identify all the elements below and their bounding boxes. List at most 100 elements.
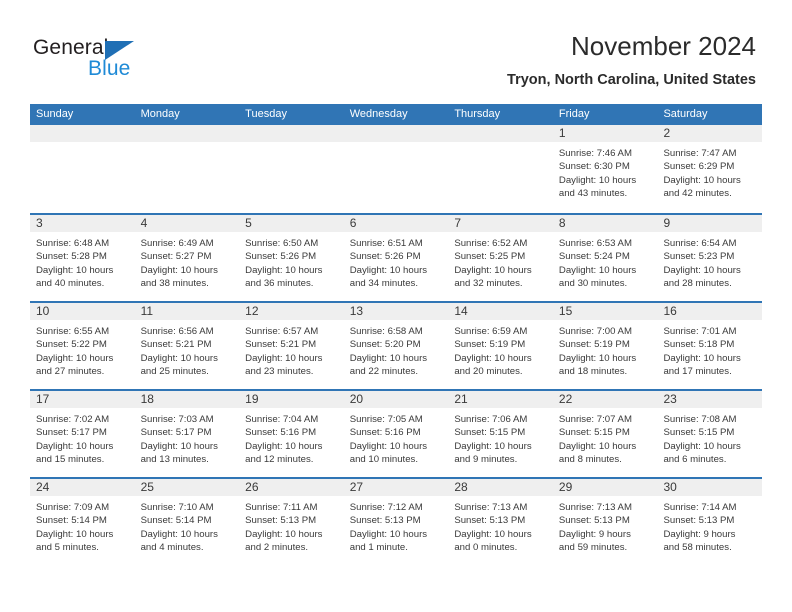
day-number: 13 <box>343 303 449 320</box>
calendar-day-cell[interactable]: 14 Sunrise: 6:59 AM Sunset: 5:19 PM Dayligh… <box>448 303 553 389</box>
day-cell-inner: 19 Sunrise: 7:04 AM Sunset: 5:16 PM Dayligh… <box>239 391 344 477</box>
calendar-day-cell[interactable]: 25 Sunrise: 7:10 AM Sunset: 5:14 PM Dayligh… <box>134 479 240 565</box>
daylight-text-line1: Daylight: 10 hours <box>454 440 532 452</box>
day-cell-inner <box>134 125 240 213</box>
day-cell-inner: 29 Sunrise: 7:13 AM Sunset: 5:13 PM Dayligh… <box>552 479 658 565</box>
daylight-text-line2: and 8 minutes. <box>558 453 622 465</box>
calendar-day-cell[interactable]: 21 Sunrise: 7:06 AM Sunset: 5:15 PM Dayligh… <box>448 391 553 477</box>
sunrise-text: Sunrise: 7:02 AM <box>36 414 110 425</box>
day-details: Sunrise: 6:56 AM Sunset: 5:21 PM Daylight:… <box>135 320 240 378</box>
calendar-day-cell[interactable]: 24 Sunrise: 7:09 AM Sunset: 5:14 PM Dayligh… <box>30 479 135 565</box>
calendar-day-cell[interactable]: 23 Sunrise: 7:08 AM Sunset: 5:15 PM Dayligh… <box>657 391 763 477</box>
calendar-day-cell[interactable]: 19 Sunrise: 7:04 AM Sunset: 5:16 PM Dayligh… <box>239 391 344 477</box>
day-cell-inner: 30 Sunrise: 7:14 AM Sunset: 5:13 PM Dayligh… <box>657 479 763 565</box>
daylight-text-line1: Daylight: 10 hours <box>663 264 741 276</box>
daylight-text-line2: and 27 minutes. <box>36 365 105 377</box>
daylight-text-line1: Daylight: 10 hours <box>663 174 741 186</box>
daylight-text-line1: Daylight: 10 hours <box>349 440 428 452</box>
day-cell-inner: 11 Sunrise: 6:56 AM Sunset: 5:21 PM Dayligh… <box>134 303 240 389</box>
sunset-text: Sunset: 5:20 PM <box>349 339 421 351</box>
daylight-text-line2: and 13 minutes. <box>140 453 209 465</box>
calendar-day-cell[interactable]: 8 Sunrise: 6:53 AM Sunset: 5:24 PM Daylight… <box>552 215 658 301</box>
sunrise-text: Sunrise: 7:13 AM <box>454 502 528 513</box>
daylight-text-line2: and 32 minutes. <box>454 277 523 289</box>
weekday-wednesday: Wednesday <box>349 108 408 120</box>
sunset-text: Sunset: 5:23 PM <box>663 251 735 263</box>
calendar-day-cell[interactable]: 7 Sunrise: 6:52 AM Sunset: 5:25 PM Daylight… <box>448 215 553 301</box>
calendar-day-cell[interactable]: 3 Sunrise: 6:48 AM Sunset: 5:28 PM Daylight… <box>30 215 135 301</box>
day-details: Sunrise: 7:11 AM Sunset: 5:13 PM Daylight:… <box>239 496 344 554</box>
sunrise-text: Sunrise: 7:00 AM <box>558 326 632 337</box>
title-block: November 2024 Tryon, North Carolina, Uni… <box>507 30 756 90</box>
day-cell-inner: 12 Sunrise: 6:57 AM Sunset: 5:21 PM Dayligh… <box>239 303 344 389</box>
sunset-text: Sunset: 5:26 PM <box>349 251 421 263</box>
sunrise-text: Sunrise: 6:54 AM <box>663 238 737 249</box>
day-number: 21 <box>448 391 553 408</box>
day-details: Sunrise: 7:46 AM Sunset: 6:30 PM Daylight:… <box>553 142 658 200</box>
sunrise-text: Sunrise: 7:46 AM <box>558 148 632 159</box>
brand-logo[interactable]: General Blue <box>33 36 263 92</box>
calendar-day-cell[interactable]: 5 Sunrise: 6:50 AM Sunset: 5:26 PM Daylight… <box>239 215 344 301</box>
calendar-day-cell[interactable]: 9 Sunrise: 6:54 AM Sunset: 5:23 PM Daylight… <box>657 215 763 301</box>
sunrise-text: Sunrise: 7:06 AM <box>454 414 528 425</box>
day-cell-inner: 28 Sunrise: 7:13 AM Sunset: 5:13 PM Dayligh… <box>448 479 553 565</box>
calendar-day-cell-empty <box>448 125 553 213</box>
sunset-text: Sunset: 5:16 PM <box>349 427 421 439</box>
calendar-day-cell[interactable]: 26 Sunrise: 7:11 AM Sunset: 5:13 PM Dayligh… <box>239 479 344 565</box>
calendar-day-cell[interactable]: 1 Sunrise: 7:46 AM Sunset: 6:30 PM Daylight… <box>552 125 658 213</box>
sunrise-text: Sunrise: 7:08 AM <box>663 414 737 425</box>
day-details: Sunrise: 7:06 AM Sunset: 5:15 PM Daylight:… <box>448 408 553 466</box>
sunrise-text: Sunrise: 6:51 AM <box>349 238 423 249</box>
calendar-day-cell[interactable]: 28 Sunrise: 7:13 AM Sunset: 5:13 PM Dayligh… <box>448 479 553 565</box>
day-cell-inner <box>448 125 553 213</box>
daylight-text-line1: Daylight: 10 hours <box>349 352 428 364</box>
daylight-text-line2: and 10 minutes. <box>349 453 419 465</box>
sunset-text: Sunset: 5:13 PM <box>663 515 735 527</box>
daylight-text-line1: Daylight: 10 hours <box>36 352 114 364</box>
calendar-day-cell[interactable]: 18 Sunrise: 7:03 AM Sunset: 5:17 PM Dayligh… <box>134 391 240 477</box>
day-cell-inner: 26 Sunrise: 7:11 AM Sunset: 5:13 PM Dayligh… <box>239 479 344 565</box>
day-number: 12 <box>239 303 344 320</box>
daylight-text-line2: and 25 minutes. <box>140 365 209 377</box>
day-number: 3 <box>30 215 135 232</box>
day-details: Sunrise: 6:51 AM Sunset: 5:26 PM Daylight:… <box>344 232 449 290</box>
calendar-day-cell[interactable]: 4 Sunrise: 6:49 AM Sunset: 5:27 PM Daylight… <box>134 215 240 301</box>
sunset-text: Sunset: 6:30 PM <box>558 161 630 173</box>
calendar-day-cell[interactable]: 12 Sunrise: 6:57 AM Sunset: 5:21 PM Dayligh… <box>239 303 344 389</box>
sunrise-text: Sunrise: 6:49 AM <box>140 238 214 249</box>
daylight-text-line2: and 15 minutes. <box>36 453 105 465</box>
calendar-day-cell[interactable]: 6 Sunrise: 6:51 AM Sunset: 5:26 PM Daylight… <box>343 215 449 301</box>
calendar-day-cell[interactable]: 17 Sunrise: 7:02 AM Sunset: 5:17 PM Dayligh… <box>30 391 135 477</box>
day-cell-inner: 8 Sunrise: 6:53 AM Sunset: 5:24 PM Daylight… <box>552 215 658 301</box>
calendar-day-cell-empty <box>343 125 449 213</box>
sunset-text: Sunset: 5:15 PM <box>454 427 526 439</box>
day-details: Sunrise: 7:47 AM Sunset: 6:29 PM Daylight:… <box>657 142 762 200</box>
sunrise-text: Sunrise: 6:52 AM <box>454 238 528 249</box>
calendar-day-cell[interactable]: 29 Sunrise: 7:13 AM Sunset: 5:13 PM Dayligh… <box>552 479 658 565</box>
calendar-day-cell[interactable]: 15 Sunrise: 7:00 AM Sunset: 5:19 PM Dayligh… <box>552 303 658 389</box>
calendar-day-cell[interactable]: 10 Sunrise: 6:55 AM Sunset: 5:22 PM Dayligh… <box>30 303 135 389</box>
daylight-text-line2: and 42 minutes. <box>663 187 732 199</box>
day-number: 27 <box>343 479 449 496</box>
calendar-day-cell[interactable]: 27 Sunrise: 7:12 AM Sunset: 5:13 PM Dayligh… <box>343 479 449 565</box>
calendar-day-cell[interactable]: 16 Sunrise: 7:01 AM Sunset: 5:18 PM Dayligh… <box>657 303 763 389</box>
sunrise-text: Sunrise: 7:03 AM <box>140 414 214 425</box>
day-number: 10 <box>30 303 135 320</box>
sunrise-text: Sunrise: 6:57 AM <box>245 326 319 337</box>
calendar-day-cell[interactable]: 11 Sunrise: 6:56 AM Sunset: 5:21 PM Dayligh… <box>134 303 240 389</box>
daylight-text-line1: Daylight: 10 hours <box>663 440 741 452</box>
day-number: 14 <box>448 303 553 320</box>
calendar-day-cell[interactable]: 2 Sunrise: 7:47 AM Sunset: 6:29 PM Daylight… <box>657 125 763 213</box>
daylight-text-line1: Daylight: 10 hours <box>245 352 323 364</box>
daylight-text-line2: and 38 minutes. <box>140 277 209 289</box>
day-details: Sunrise: 6:59 AM Sunset: 5:19 PM Daylight:… <box>448 320 553 378</box>
calendar-day-cell[interactable]: 30 Sunrise: 7:14 AM Sunset: 5:13 PM Dayligh… <box>657 479 763 565</box>
calendar-day-cell[interactable]: 22 Sunrise: 7:07 AM Sunset: 5:15 PM Dayligh… <box>552 391 658 477</box>
calendar-day-cell[interactable]: 20 Sunrise: 7:05 AM Sunset: 5:16 PM Dayligh… <box>343 391 449 477</box>
day-details: Sunrise: 7:04 AM Sunset: 5:16 PM Daylight:… <box>239 408 344 466</box>
day-details: Sunrise: 7:08 AM Sunset: 5:15 PM Daylight:… <box>657 408 762 466</box>
sunrise-text: Sunrise: 6:58 AM <box>349 326 423 337</box>
calendar-day-cell[interactable]: 13 Sunrise: 6:58 AM Sunset: 5:20 PM Dayligh… <box>343 303 449 389</box>
day-details: Sunrise: 6:52 AM Sunset: 5:25 PM Daylight:… <box>448 232 553 290</box>
day-details: Sunrise: 7:02 AM Sunset: 5:17 PM Daylight:… <box>30 408 135 466</box>
